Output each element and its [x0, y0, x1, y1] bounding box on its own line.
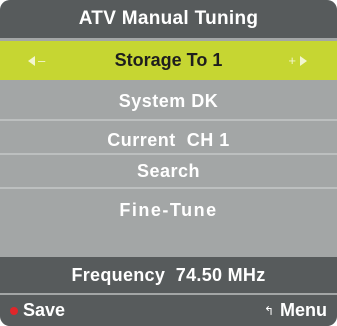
- frequency-label: Frequency 74.50 MHz: [71, 264, 266, 285]
- plus-symbol: +: [288, 53, 297, 68]
- footer-bar: Save ↰ Menu: [0, 295, 337, 326]
- search-label: Search: [136, 161, 201, 181]
- frequency-readout: Frequency 74.50 MHz: [0, 257, 337, 293]
- fine-tune-item[interactable]: Fine-Tune: [0, 191, 337, 230]
- system-label: System DK: [118, 91, 219, 111]
- return-arrow-icon: ↰: [263, 303, 274, 318]
- storage-to-label: Storage To 1: [114, 50, 223, 70]
- fine-tune-label: Fine-Tune: [119, 200, 218, 220]
- save-button[interactable]: Save: [10, 295, 65, 326]
- system-item[interactable]: System DK: [0, 82, 337, 121]
- increase-arrow[interactable]: +: [288, 41, 307, 80]
- save-label: Save: [23, 300, 66, 320]
- minus-symbol: –: [38, 53, 47, 68]
- left-triangle-icon: [28, 55, 35, 66]
- panel-title: ATV Manual Tuning: [0, 0, 337, 38]
- storage-to-item[interactable]: – Storage To 1 +: [0, 41, 337, 80]
- red-button-icon: [10, 306, 18, 315]
- search-item[interactable]: Search: [0, 152, 337, 191]
- decrease-arrow[interactable]: –: [28, 41, 46, 80]
- menu-label: Menu: [280, 300, 327, 320]
- atv-manual-tuning-panel: ATV Manual Tuning – Storage To 1 + Syste…: [0, 0, 337, 326]
- right-triangle-icon: [300, 55, 307, 66]
- menu-button[interactable]: ↰ Menu: [264, 295, 327, 326]
- row-divider: [0, 187, 337, 189]
- current-channel-label: Current CH 1: [107, 130, 230, 150]
